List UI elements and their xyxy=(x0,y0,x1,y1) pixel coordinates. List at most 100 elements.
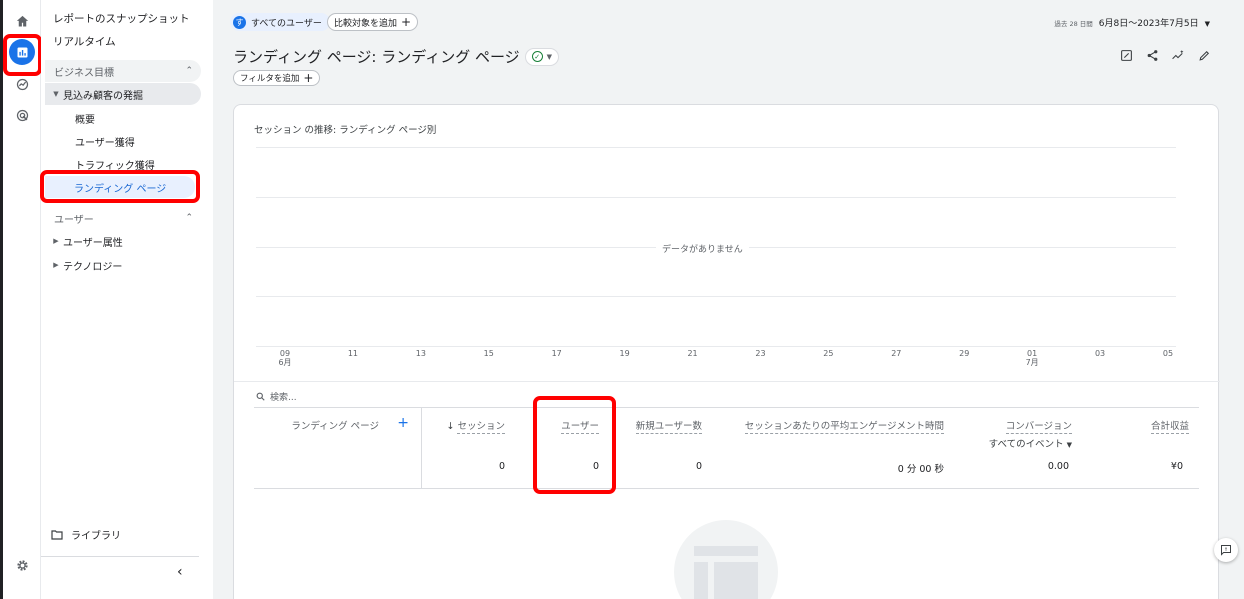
add-dimension-plus-icon[interactable]: + xyxy=(397,415,409,431)
gridline xyxy=(256,197,1176,198)
group-label: 見込み顧客の発掘 xyxy=(63,90,143,102)
gridline xyxy=(256,147,1176,148)
advertising-icon[interactable] xyxy=(9,102,35,128)
sidebar-group-attributes[interactable]: ▶ ユーザー属性 xyxy=(45,230,201,252)
x-tick-label: 09 6月 xyxy=(278,349,292,367)
users-header[interactable]: ユーザー xyxy=(561,418,599,434)
x-tick-label: 17 xyxy=(551,349,562,358)
x-tick-label: 13 xyxy=(415,349,426,358)
toolbar xyxy=(1118,47,1212,63)
collapse-chevron-left-icon[interactable]: ‹ xyxy=(177,564,183,580)
revenue-total: ¥0 xyxy=(1170,461,1183,472)
explore-icon[interactable] xyxy=(9,71,35,97)
caret-down-icon: ▼ xyxy=(53,90,59,98)
sessions-header[interactable]: ↓ セッション xyxy=(447,418,505,434)
date-prefix: 過去 28 日間 xyxy=(1054,20,1093,28)
x-tick-label: 21 xyxy=(687,349,698,358)
feedback-icon[interactable] xyxy=(1214,538,1238,562)
compare-label: 比較対象を追加 xyxy=(334,18,398,29)
reports-icon[interactable] xyxy=(9,39,35,65)
no-data-message: データがありません xyxy=(656,242,749,255)
edit-pencil-icon[interactable] xyxy=(1196,47,1212,63)
new-users-total: 0 xyxy=(695,461,702,472)
plus-icon: + xyxy=(401,15,412,29)
check-circle-icon: ✓ xyxy=(531,51,543,62)
conversions-header[interactable]: コンバージョン すべてのイベント ▼ xyxy=(989,418,1072,450)
share-icon[interactable] xyxy=(1144,47,1160,63)
x-tick-label: 03 xyxy=(1094,349,1106,358)
x-tick-label: 01 7月 xyxy=(1025,349,1039,367)
x-tick-label: 29 xyxy=(959,349,970,358)
x-tick-label: 25 xyxy=(823,349,834,358)
search-placeholder: 検索... xyxy=(270,393,297,403)
caret-right-icon: ▶ xyxy=(53,261,59,269)
date-range-picker[interactable]: 過去 28 日間 6月8日～2023年7月5日 ▼ xyxy=(1054,16,1210,29)
sidebar-item-library[interactable]: ライブラリ xyxy=(51,527,121,542)
status-dropdown[interactable]: ✓ ▼ xyxy=(524,47,560,66)
date-range: 6月8日～2023年7月5日 xyxy=(1098,19,1199,29)
page-title-text: ランディング ページ: ランディング ページ xyxy=(233,48,520,66)
dimension-column: ランディング ページ + xyxy=(254,408,422,488)
table-search[interactable]: 検索... xyxy=(256,390,297,403)
sidebar-item-snapshot[interactable]: レポートのスナップショット xyxy=(53,11,190,26)
gridline xyxy=(256,296,1176,297)
section-business-goals[interactable]: ビジネス目標 ⌃ xyxy=(45,60,201,82)
reports-sidebar: レポートのスナップショット リアルタイム ビジネス目標 ⌃ ▼ 見込み顧客の発掘… xyxy=(41,0,213,599)
add-comparison-button[interactable]: 比較対象を追加 + xyxy=(327,13,419,31)
sidebar-item-overview[interactable]: 概要 xyxy=(75,111,95,126)
settings-gear-icon[interactable] xyxy=(9,552,35,578)
sidebar-item-traffic-acquisition[interactable]: トラフィック獲得 xyxy=(75,157,155,172)
users-total: 0 xyxy=(592,461,599,472)
page-title: ランディング ページ: ランディング ページ ✓ ▼ xyxy=(233,46,560,67)
x-tick-label: 11 xyxy=(347,349,359,358)
sidebar-item-user-acquisition[interactable]: ユーザー獲得 xyxy=(75,134,135,149)
customize-report-icon[interactable] xyxy=(1118,47,1134,63)
section-label: ユーザー xyxy=(54,214,94,226)
engagement-time-header[interactable]: セッションあたりの平均エンゲージメント時間 xyxy=(744,418,944,434)
segment-avatar: す xyxy=(233,15,246,29)
caret-right-icon: ▶ xyxy=(53,237,59,245)
x-tick-label: 15 xyxy=(483,349,494,358)
segment-chip[interactable]: す すべてのユーザー xyxy=(230,13,330,31)
report-card: セッション の推移: ランディング ページ別 データがありません 09 6月 11 1… xyxy=(233,104,1220,599)
chevron-up-icon: ⌃ xyxy=(185,66,193,76)
home-icon[interactable] xyxy=(9,8,35,34)
empty-state-illustration xyxy=(674,520,778,599)
conversions-total: 0.00 xyxy=(1047,461,1069,472)
divider xyxy=(234,381,1220,382)
group-label: ユーザー属性 xyxy=(63,237,123,249)
sidebar-divider xyxy=(41,556,199,557)
filter-label: フィルタを追加 xyxy=(240,74,300,84)
x-tick-label: 19 xyxy=(619,349,630,358)
gridline xyxy=(256,346,1176,347)
folder-icon xyxy=(51,529,63,540)
sidebar-group-leads[interactable]: ▼ 見込み顧客の発掘 xyxy=(45,83,201,105)
add-filter-button[interactable]: フィルタを追加 + xyxy=(233,70,321,86)
search-icon xyxy=(256,392,265,401)
dimension-header[interactable]: ランディング ページ xyxy=(291,418,379,432)
data-table: ランディング ページ + ↓ セッション ユーザー 新規ユーザー数 セッションあ… xyxy=(254,407,1199,489)
plus-icon: + xyxy=(303,71,314,85)
revenue-header[interactable]: 合計収益 xyxy=(1150,418,1189,434)
nav-rail xyxy=(0,0,41,599)
chevron-up-icon: ⌃ xyxy=(185,213,193,223)
event-selector[interactable]: すべてのイベント ▼ xyxy=(989,436,1072,450)
sidebar-item-landing-page[interactable]: ランディング ページ xyxy=(45,176,195,198)
x-tick-label: 05 xyxy=(1162,349,1174,358)
dropdown-arrow-icon: ▼ xyxy=(1204,20,1210,28)
sidebar-group-technology[interactable]: ▶ テクノロジー xyxy=(45,254,201,276)
insights-sparkle-icon[interactable] xyxy=(1170,47,1186,63)
engagement-time-total: 0 分 00 秒 xyxy=(897,464,944,475)
segment-label: すべてのユーザー xyxy=(251,18,322,29)
section-label: ビジネス目標 xyxy=(54,67,114,79)
sessions-total: 0 xyxy=(498,461,505,472)
new-users-header[interactable]: 新規ユーザー数 xyxy=(635,418,702,434)
chart-title: セッション の推移: ランディング ページ別 xyxy=(254,125,437,136)
x-tick-label: 27 xyxy=(891,349,902,358)
dropdown-arrow-icon: ▼ xyxy=(546,52,553,61)
sidebar-item-realtime[interactable]: リアルタイム xyxy=(53,34,116,49)
group-label: テクノロジー xyxy=(63,261,123,273)
x-tick-label: 23 xyxy=(755,349,766,358)
library-label: ライブラリ xyxy=(71,531,121,542)
section-user[interactable]: ユーザー ⌃ xyxy=(45,207,201,229)
